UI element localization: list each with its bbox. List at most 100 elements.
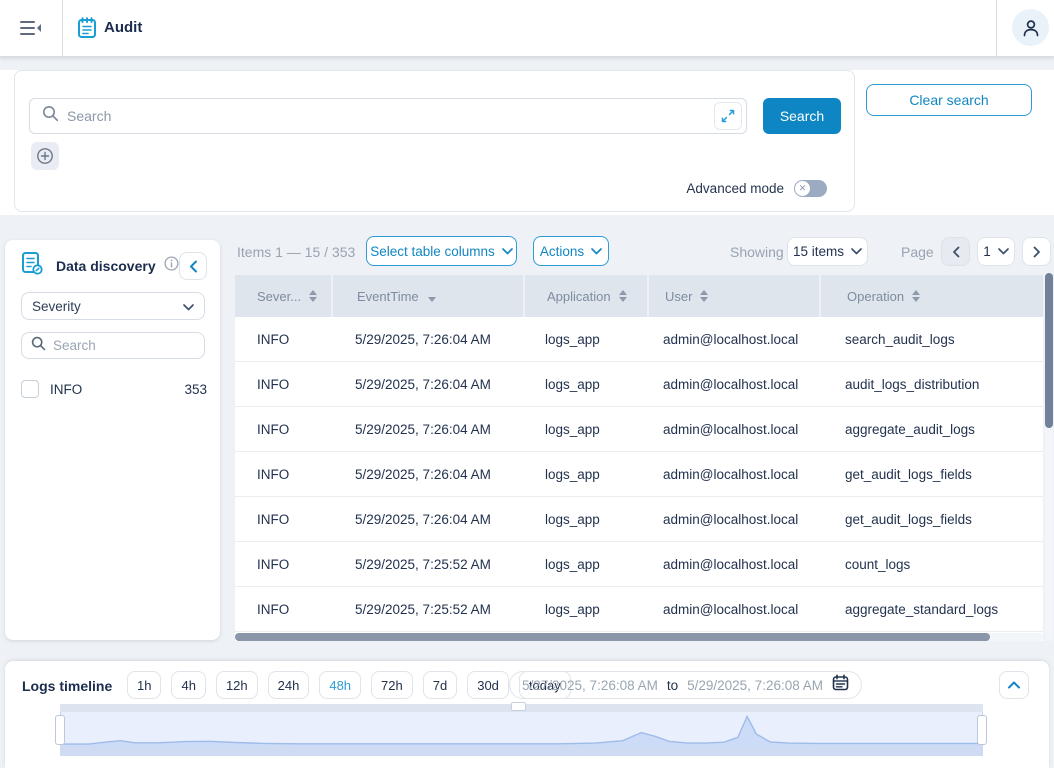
range-button-72h[interactable]: 72h xyxy=(371,671,413,699)
calendar-icon[interactable] xyxy=(832,674,849,696)
range-button-7d[interactable]: 7d xyxy=(423,671,457,699)
table-cell: INFO xyxy=(235,407,331,451)
showing-label: Showing xyxy=(730,244,784,260)
range-button-4h[interactable]: 4h xyxy=(171,671,205,699)
facet-count: 353 xyxy=(184,382,207,397)
table-cell: INFO xyxy=(235,497,331,541)
sort-icon xyxy=(619,290,627,302)
logs-timeline-panel: Logs timeline 1h4h12h24h48h72h7d30dtoday… xyxy=(5,661,1049,768)
table-row[interactable]: INFO5/29/2025, 7:25:52 AMlogs_appadmin@l… xyxy=(235,587,1043,632)
chevron-down-icon xyxy=(591,248,602,255)
search-panel: Search Search Advanced mode ✕ xyxy=(14,70,855,212)
next-page-button[interactable] xyxy=(1022,237,1051,266)
date-to-label: to xyxy=(667,678,678,693)
horizontal-scrollbar[interactable] xyxy=(235,633,1043,641)
field-selector-dropdown[interactable]: Severity xyxy=(21,292,205,320)
advanced-mode-toggle[interactable]: ✕ xyxy=(794,180,827,197)
table-cell: admin@localhost.local xyxy=(647,317,819,361)
column-header[interactable]: Application xyxy=(523,275,647,317)
person-icon xyxy=(1021,18,1041,38)
range-button-30d[interactable]: 30d xyxy=(467,671,509,699)
range-button-1h[interactable]: 1h xyxy=(127,671,161,699)
table-row[interactable]: INFO5/29/2025, 7:26:04 AMlogs_appadmin@l… xyxy=(235,452,1043,497)
brush-bottom-strip xyxy=(60,746,983,756)
data-discovery-icon xyxy=(21,251,44,281)
range-button-48h[interactable]: 48h xyxy=(319,671,361,699)
column-header[interactable]: Operation xyxy=(819,275,1038,317)
table-cell: admin@localhost.local xyxy=(647,497,819,541)
info-icon[interactable] xyxy=(164,256,179,276)
logs-timeline-title: Logs timeline xyxy=(22,678,112,694)
search-icon xyxy=(31,336,46,356)
search-placeholder: Search xyxy=(67,108,111,124)
add-filter-button[interactable] xyxy=(31,142,59,170)
table-body: INFO5/29/2025, 7:26:04 AMlogs_appadmin@l… xyxy=(235,317,1043,632)
table-cell: INFO xyxy=(235,542,331,586)
table-cell: INFO xyxy=(235,587,331,631)
column-header[interactable]: EventTime xyxy=(331,275,523,317)
chevron-left-icon xyxy=(952,246,960,258)
table-cell: get_audit_logs_fields xyxy=(819,497,1038,541)
table-row[interactable]: INFO5/29/2025, 7:26:04 AMlogs_appadmin@l… xyxy=(235,407,1043,452)
sidebar-toggle-icon[interactable] xyxy=(14,14,48,42)
timeline-chart[interactable] xyxy=(60,712,983,746)
vertical-scrollbar-thumb[interactable] xyxy=(1045,273,1053,428)
table-cell: count_logs xyxy=(819,542,1038,586)
facet-row[interactable]: INFO353 xyxy=(21,378,207,400)
page-label: Page xyxy=(901,244,934,260)
table-cell: INFO xyxy=(235,452,331,496)
user-avatar[interactable] xyxy=(1012,9,1049,46)
column-header[interactable]: User xyxy=(647,275,819,317)
search-input[interactable]: Search xyxy=(29,98,747,134)
page-number-dropdown[interactable]: 1 xyxy=(977,237,1015,266)
sort-icon xyxy=(912,290,920,302)
select-table-columns-button[interactable]: Select table columns xyxy=(366,236,517,266)
actions-button[interactable]: Actions xyxy=(533,236,609,266)
horizontal-scrollbar-thumb[interactable] xyxy=(235,633,990,641)
table-row[interactable]: INFO5/29/2025, 7:26:04 AMlogs_appadmin@l… xyxy=(235,497,1043,542)
date-range-input[interactable]: 5/27/2025, 7:26:08 AM to 5/29/2025, 7:26… xyxy=(509,671,862,699)
table-cell: audit_logs_distribution xyxy=(819,362,1038,406)
data-discovery-title: Data discovery xyxy=(56,258,156,274)
previous-page-button[interactable] xyxy=(941,237,970,266)
table-cell: 5/29/2025, 7:26:04 AM xyxy=(331,317,523,361)
collapse-panel-button[interactable] xyxy=(179,252,207,280)
range-button-24h[interactable]: 24h xyxy=(268,671,310,699)
chevron-right-icon xyxy=(1033,246,1041,258)
range-button-12h[interactable]: 12h xyxy=(216,671,258,699)
chevron-up-icon xyxy=(1008,681,1020,689)
search-icon xyxy=(42,105,59,127)
table-cell: 5/29/2025, 7:26:04 AM xyxy=(331,362,523,406)
advanced-mode-label: Advanced mode xyxy=(686,181,784,196)
table-cell: search_audit_logs xyxy=(819,317,1038,361)
audit-page: Audit Search Sea xyxy=(0,0,1054,768)
vertical-scrollbar[interactable] xyxy=(1045,273,1053,641)
table-cell: logs_app xyxy=(523,542,647,586)
search-button[interactable]: Search xyxy=(763,98,841,134)
audit-logs-table: Sever...EventTimeApplicationUserOperatio… xyxy=(235,275,1043,641)
facet-checkbox[interactable] xyxy=(21,380,39,398)
brush-right-handle[interactable] xyxy=(977,715,987,745)
brush-top-handle[interactable] xyxy=(511,702,526,711)
top-bar: Audit xyxy=(0,0,1054,57)
brush-left-handle[interactable] xyxy=(55,715,65,745)
collapse-timeline-button[interactable] xyxy=(999,671,1029,699)
table-row[interactable]: INFO5/29/2025, 7:26:04 AMlogs_appadmin@l… xyxy=(235,317,1043,362)
date-to-value[interactable]: 5/29/2025, 7:26:08 AM xyxy=(687,678,823,693)
chevron-down-icon xyxy=(998,248,1009,255)
toggle-knob-x-icon: ✕ xyxy=(795,181,810,196)
table-cell: admin@localhost.local xyxy=(647,542,819,586)
facet-search-input[interactable]: Search xyxy=(21,332,205,359)
table-row[interactable]: INFO5/29/2025, 7:26:04 AMlogs_appadmin@l… xyxy=(235,362,1043,407)
expand-query-icon[interactable] xyxy=(714,102,742,130)
table-row[interactable]: INFO5/29/2025, 7:25:52 AMlogs_appadmin@l… xyxy=(235,542,1043,587)
sort-desc-icon xyxy=(428,297,436,302)
column-header[interactable]: Sever... xyxy=(235,275,331,317)
table-cell: INFO xyxy=(235,317,331,361)
date-from-value[interactable]: 5/27/2025, 7:26:08 AM xyxy=(522,678,658,693)
topbar-divider-left xyxy=(62,0,63,56)
topbar-divider-right xyxy=(996,0,997,56)
clear-search-button[interactable]: Clear search xyxy=(866,84,1032,116)
data-discovery-panel: Data discovery Severity Search INFO353 xyxy=(5,240,220,640)
page-size-dropdown[interactable]: 15 items xyxy=(787,237,868,266)
